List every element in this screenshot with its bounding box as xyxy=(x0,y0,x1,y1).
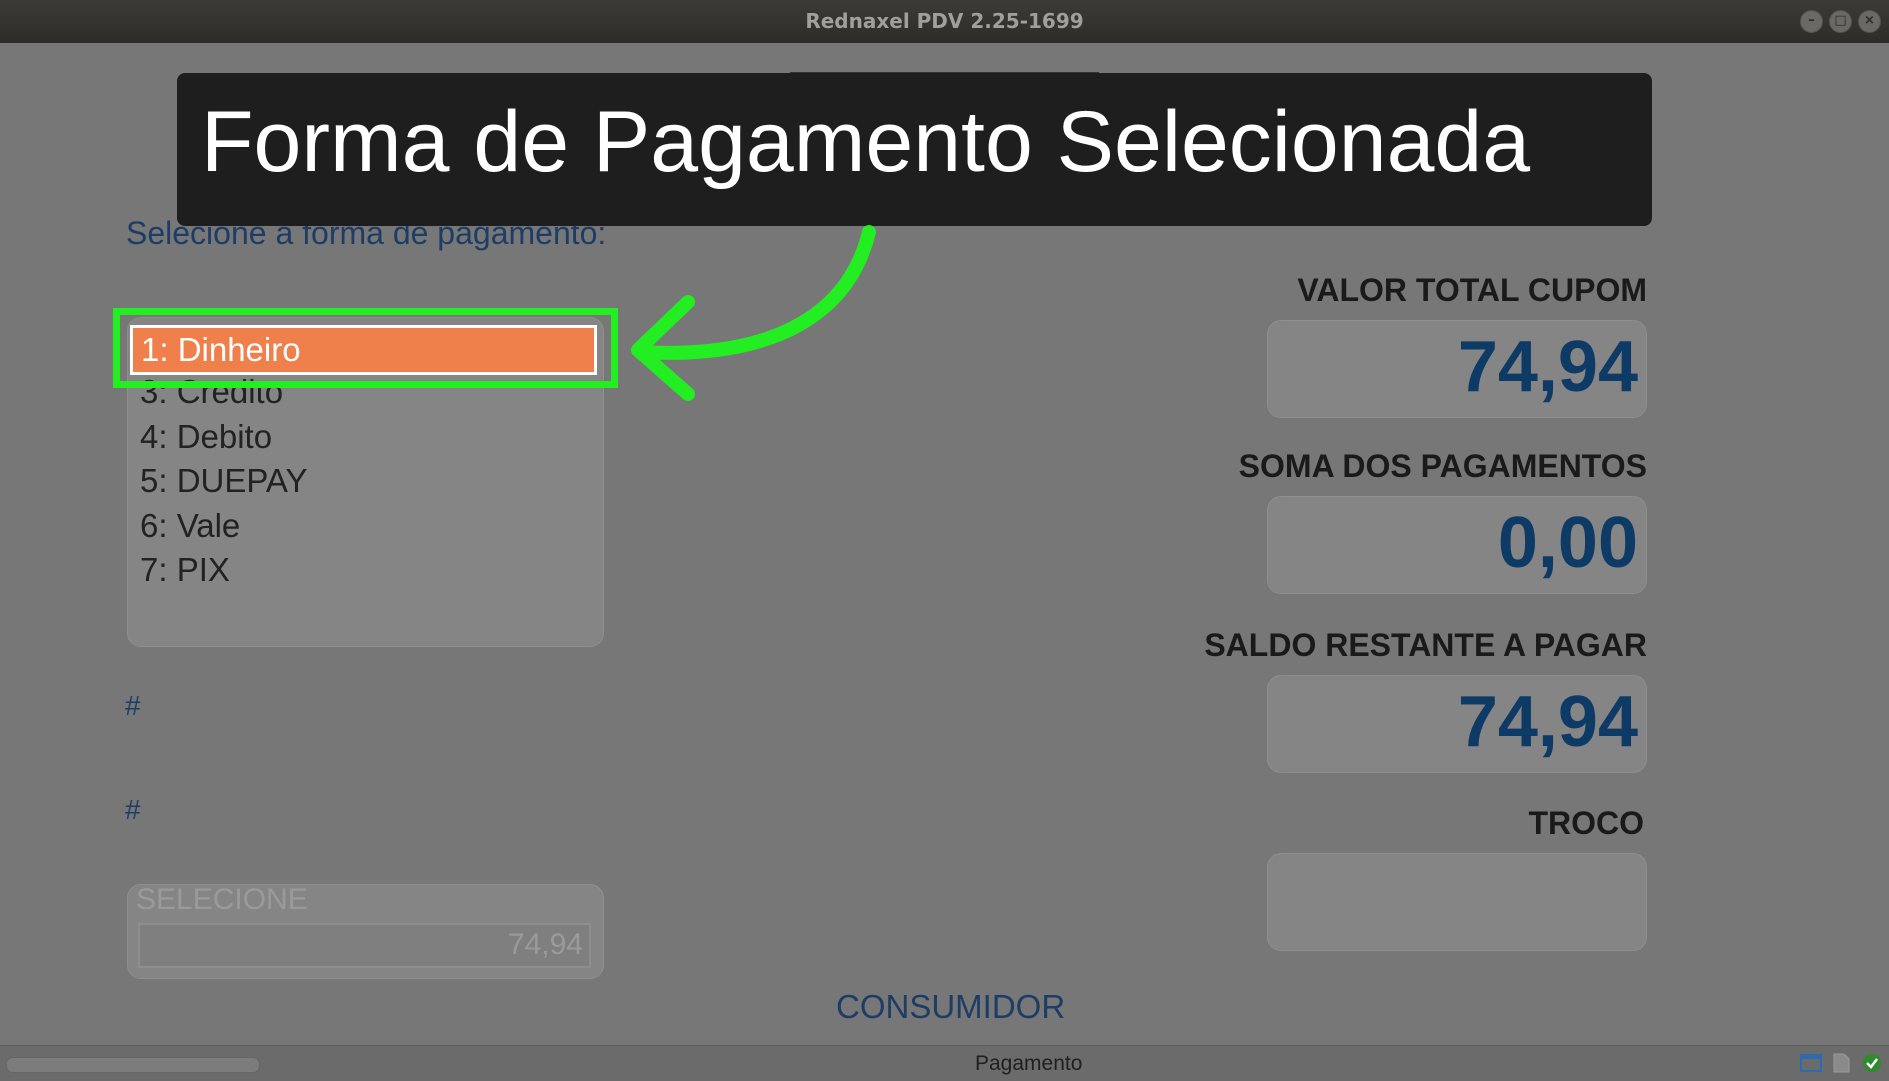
annotation-arrow xyxy=(631,225,876,401)
